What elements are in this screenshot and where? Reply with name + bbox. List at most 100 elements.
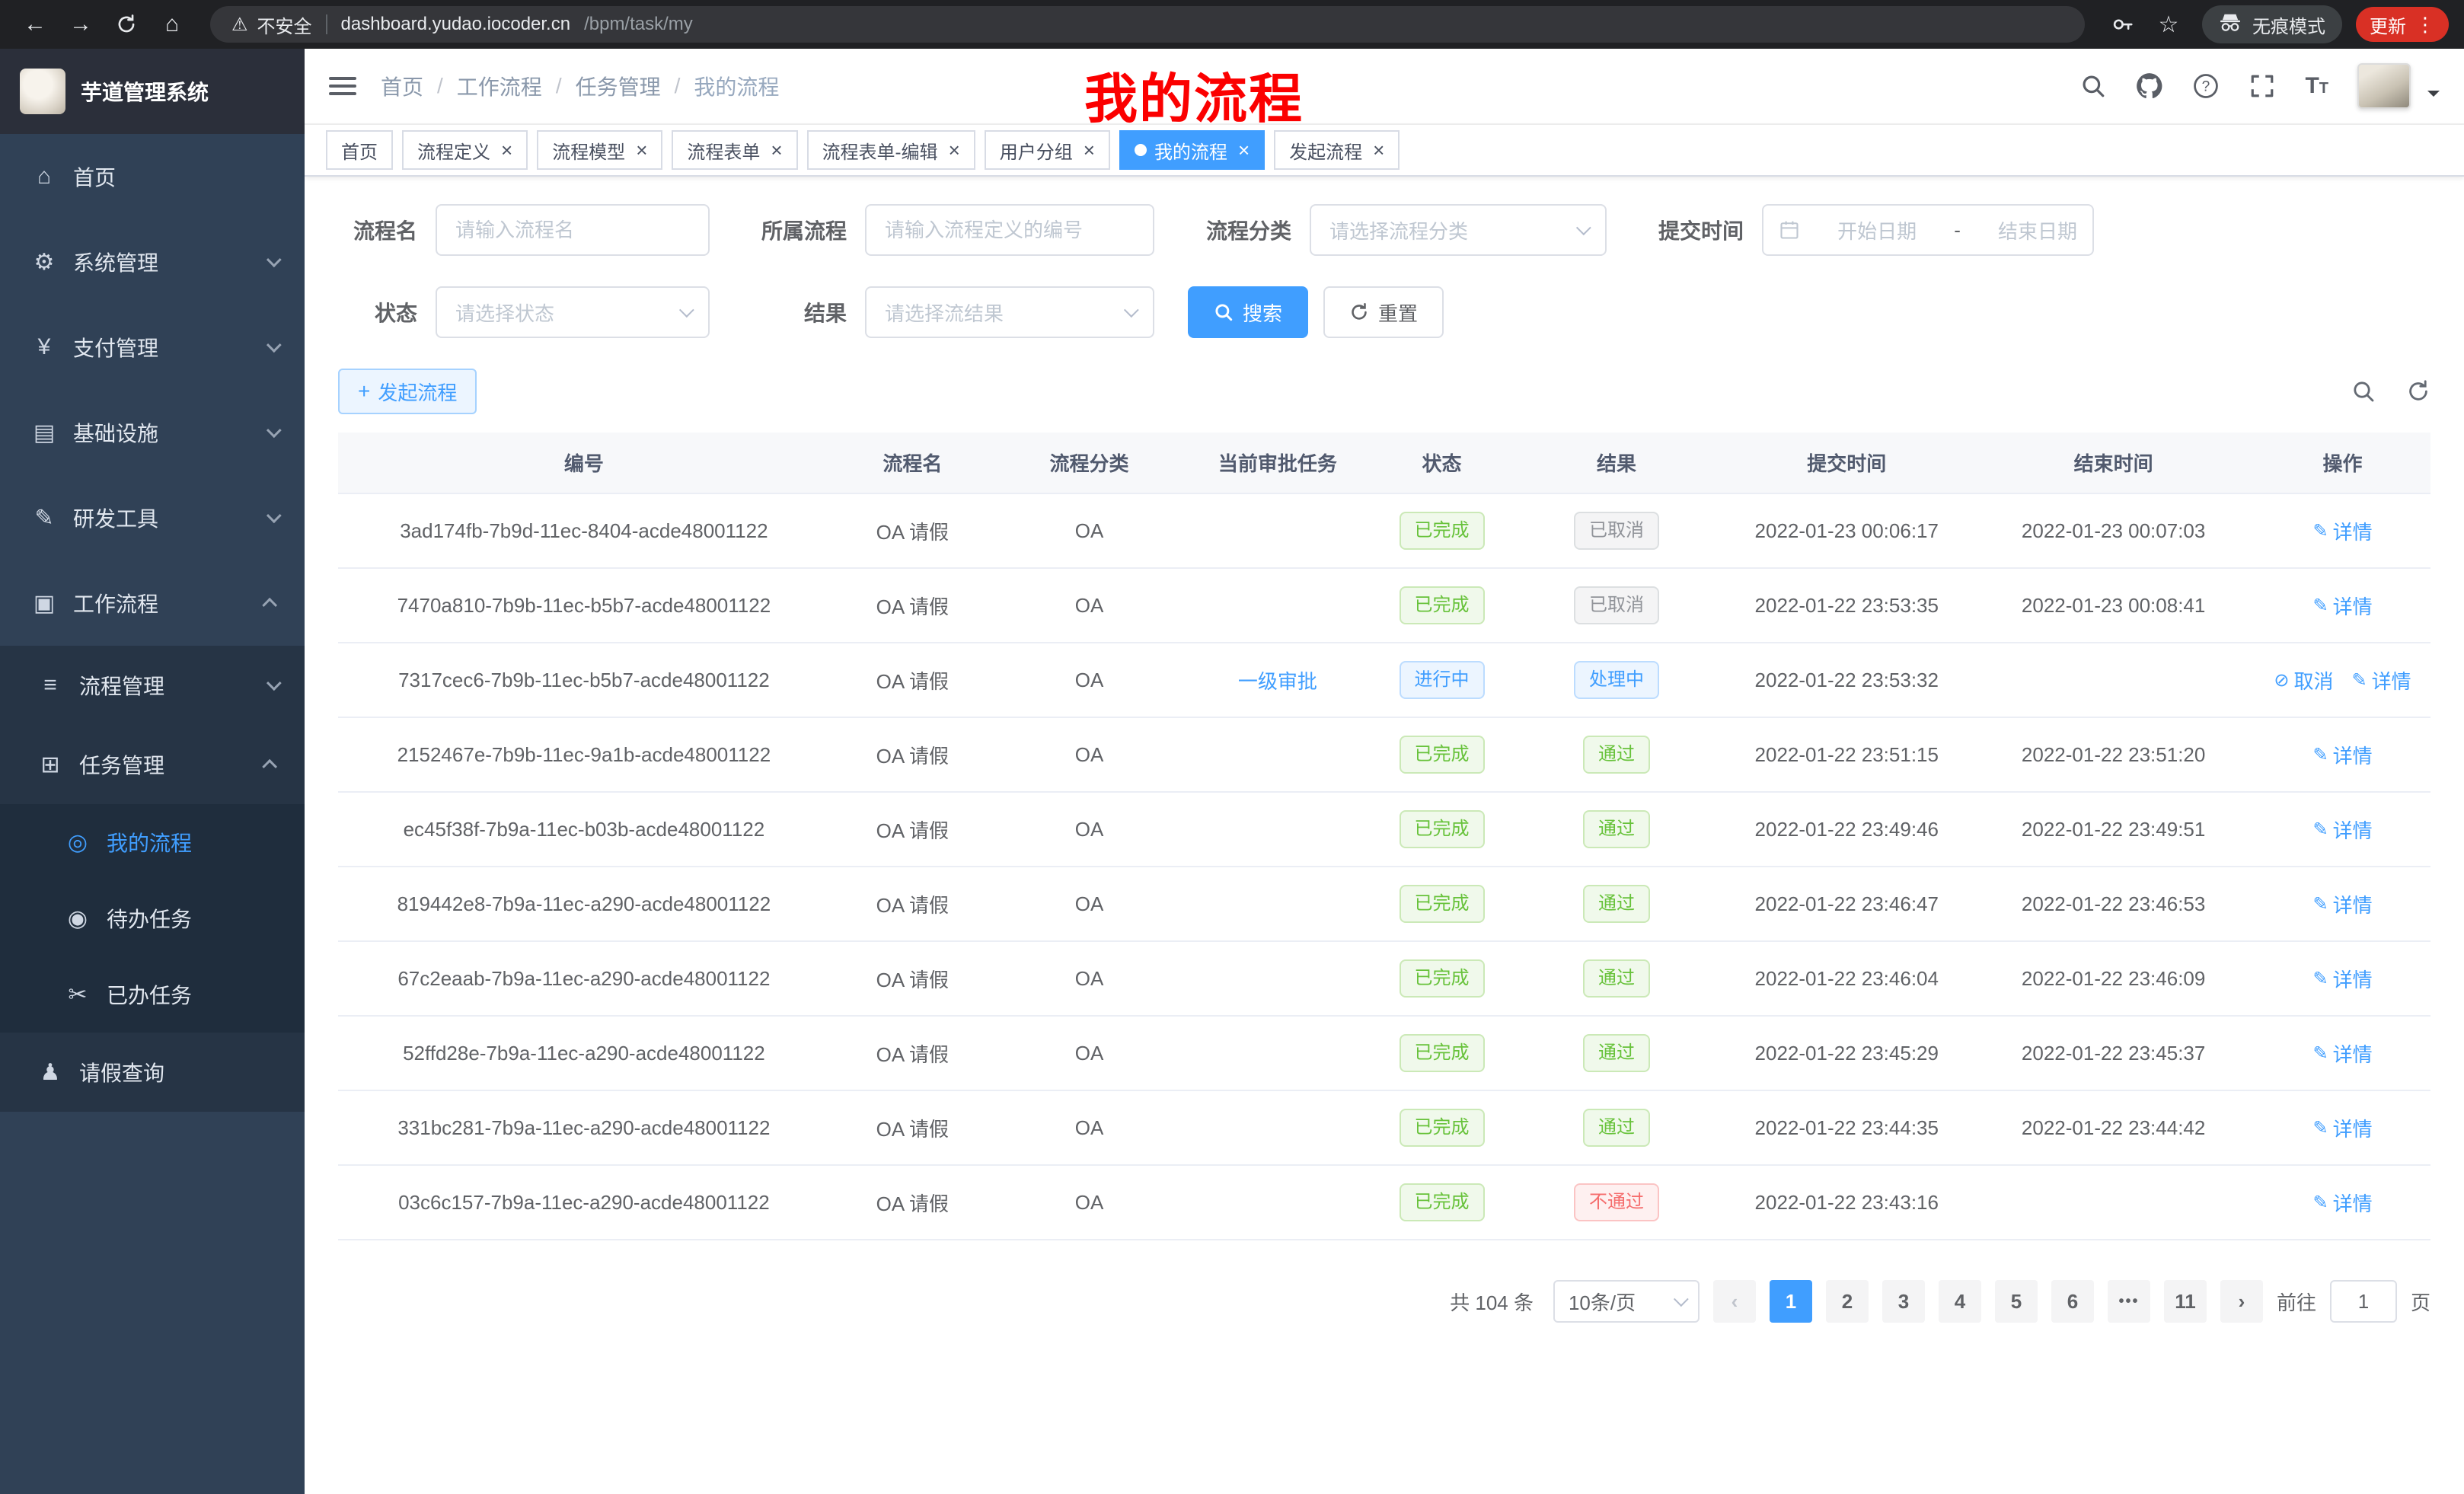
detail-link[interactable]: ✎详情: [2312, 965, 2372, 993]
close-icon[interactable]: ×: [1373, 140, 1384, 160]
page-button-1[interactable]: 1: [1770, 1280, 1812, 1323]
workflow-icon: ▣: [30, 590, 58, 617]
status-select[interactable]: 请选择状态: [436, 286, 710, 338]
detail-link[interactable]: ✎详情: [2352, 666, 2411, 694]
security-warning[interactable]: ⚠ 不安全: [231, 11, 312, 38]
close-icon[interactable]: ×: [1084, 140, 1095, 160]
cell-submit-time: 2022-01-22 23:49:46: [1721, 792, 1972, 867]
page-size-select[interactable]: 10条/页: [1553, 1280, 1700, 1323]
date-range-picker[interactable]: 开始日期 - 结束日期: [1762, 204, 2094, 256]
category-placeholder: 请选择流程分类: [1329, 216, 1468, 244]
current-task-link[interactable]: 一级审批: [1238, 670, 1317, 693]
cell-current-task: [1183, 568, 1371, 643]
logo[interactable]: 芋道管理系统: [0, 49, 305, 134]
font-size-icon[interactable]: TT: [2305, 73, 2328, 99]
next-page-button[interactable]: ›: [2220, 1280, 2263, 1323]
cancel-link[interactable]: ⊘取消: [2274, 666, 2333, 694]
detail-link[interactable]: ✎详情: [2312, 816, 2372, 844]
process-definition-input[interactable]: [865, 204, 1154, 256]
sidebar-item-task-management[interactable]: ⊞任务管理: [0, 725, 305, 804]
table-search-toggle-icon[interactable]: [2351, 379, 2376, 404]
page-button-2[interactable]: 2: [1826, 1280, 1869, 1323]
bookmark-star-icon[interactable]: ☆: [2149, 5, 2188, 44]
detail-link[interactable]: ✎详情: [2312, 1189, 2372, 1217]
tab-process-model[interactable]: 流程模型×: [537, 130, 662, 170]
hamburger-icon[interactable]: [329, 77, 356, 95]
result-select[interactable]: 请选择流结果: [865, 286, 1154, 338]
sidebar-item-dev-tools[interactable]: ✎研发工具: [0, 475, 305, 560]
back-icon[interactable]: ←: [15, 5, 55, 44]
detail-link[interactable]: ✎详情: [2312, 1039, 2372, 1068]
search-button[interactable]: 搜索: [1188, 286, 1308, 338]
breadcrumb-item[interactable]: 任务管理: [576, 71, 661, 101]
chevron-down-icon: [267, 508, 282, 523]
table-row: 52ffd28e-7b9a-11ec-a290-acde48001122OA 请…: [338, 1016, 2430, 1090]
process-name-input[interactable]: [436, 204, 710, 256]
user-icon: ♟: [37, 1059, 64, 1086]
close-icon[interactable]: ×: [1238, 140, 1250, 160]
tab-process-form-edit[interactable]: 流程表单-编辑×: [807, 130, 975, 170]
fullscreen-icon[interactable]: [2249, 72, 2276, 100]
detail-label: 详情: [2333, 1189, 2373, 1217]
detail-link[interactable]: ✎详情: [2312, 1114, 2372, 1142]
chevron-down-icon: [1124, 302, 1139, 318]
forward-icon[interactable]: →: [61, 5, 101, 44]
page-button-11[interactable]: 11: [2164, 1280, 2207, 1323]
close-icon[interactable]: ×: [949, 140, 960, 160]
detail-icon: ✎: [2312, 520, 2328, 542]
tab-process-definition[interactable]: 流程定义×: [402, 130, 528, 170]
tab-start-process[interactable]: 发起流程×: [1274, 130, 1400, 170]
sidebar-item-my-process[interactable]: ◎我的流程: [0, 804, 305, 880]
detail-icon: ✎: [2352, 669, 2367, 691]
detail-link[interactable]: ✎详情: [2312, 592, 2372, 620]
table-refresh-icon[interactable]: [2406, 379, 2430, 404]
sidebar-item-system-management[interactable]: ⚙系统管理: [0, 219, 305, 305]
reload-icon[interactable]: [107, 5, 146, 44]
cell-actions: ✎详情: [2255, 792, 2430, 867]
sidebar-item-infrastructure[interactable]: ▤基础设施: [0, 390, 305, 475]
detail-link[interactable]: ✎详情: [2312, 517, 2372, 545]
cell-process-name: OA 请假: [830, 568, 995, 643]
sidebar-item-workflow[interactable]: ▣工作流程: [0, 560, 305, 646]
goto-page-input[interactable]: [2330, 1280, 2397, 1323]
category-select[interactable]: 请选择流程分类: [1310, 204, 1607, 256]
github-icon[interactable]: [2136, 72, 2163, 100]
avatar[interactable]: [2357, 63, 2411, 109]
cell-id: 331bc281-7b9a-11ec-a290-acde48001122: [338, 1090, 830, 1165]
app-title: 芋道管理系统: [81, 76, 209, 107]
update-button[interactable]: 更新 ⋮: [2356, 7, 2449, 42]
breadcrumb-item[interactable]: 工作流程: [457, 71, 542, 101]
close-icon[interactable]: ×: [636, 140, 647, 160]
header-search-icon[interactable]: [2079, 72, 2107, 100]
breadcrumb-item[interactable]: 首页: [381, 71, 423, 101]
address-bar[interactable]: ⚠ 不安全 dashboard.yudao.iocoder.cn/bpm/tas…: [210, 6, 2085, 43]
sidebar-item-process-management[interactable]: ≡流程管理: [0, 646, 305, 725]
tab-my-process[interactable]: 我的流程×: [1119, 130, 1265, 170]
sidebar-item-label: 待办任务: [107, 903, 192, 934]
tab-home[interactable]: 首页: [326, 130, 393, 170]
start-process-button[interactable]: + 发起流程: [338, 369, 477, 414]
key-icon[interactable]: [2103, 5, 2143, 44]
sidebar-item-todo-tasks[interactable]: ◉待办任务: [0, 880, 305, 956]
page-button-6[interactable]: 6: [2051, 1280, 2094, 1323]
sidebar-item-done-tasks[interactable]: ✂已办任务: [0, 956, 305, 1033]
page-button-3[interactable]: 3: [1882, 1280, 1925, 1323]
sidebar-item-home[interactable]: ⌂首页: [0, 134, 305, 219]
tab-user-group[interactable]: 用户分组×: [985, 130, 1110, 170]
avatar-caret-icon[interactable]: [2427, 91, 2440, 103]
page-button-4[interactable]: 4: [1939, 1280, 1981, 1323]
browser-menu-icon[interactable]: ⋮: [2415, 13, 2435, 37]
help-icon[interactable]: ?: [2192, 72, 2220, 100]
close-icon[interactable]: ×: [771, 140, 782, 160]
page-button-5[interactable]: 5: [1995, 1280, 2038, 1323]
tab-process-form[interactable]: 流程表单×: [672, 130, 797, 170]
prev-page-button[interactable]: ‹: [1713, 1280, 1756, 1323]
pagination-ellipsis[interactable]: •••: [2108, 1280, 2150, 1323]
close-icon[interactable]: ×: [501, 140, 512, 160]
reset-button[interactable]: 重置: [1323, 286, 1444, 338]
sidebar-item-payment-management[interactable]: ¥支付管理: [0, 305, 305, 390]
detail-link[interactable]: ✎详情: [2312, 890, 2372, 918]
sidebar-item-leave-query[interactable]: ♟请假查询: [0, 1033, 305, 1112]
detail-link[interactable]: ✎详情: [2312, 741, 2372, 769]
browser-home-icon[interactable]: ⌂: [152, 5, 192, 44]
